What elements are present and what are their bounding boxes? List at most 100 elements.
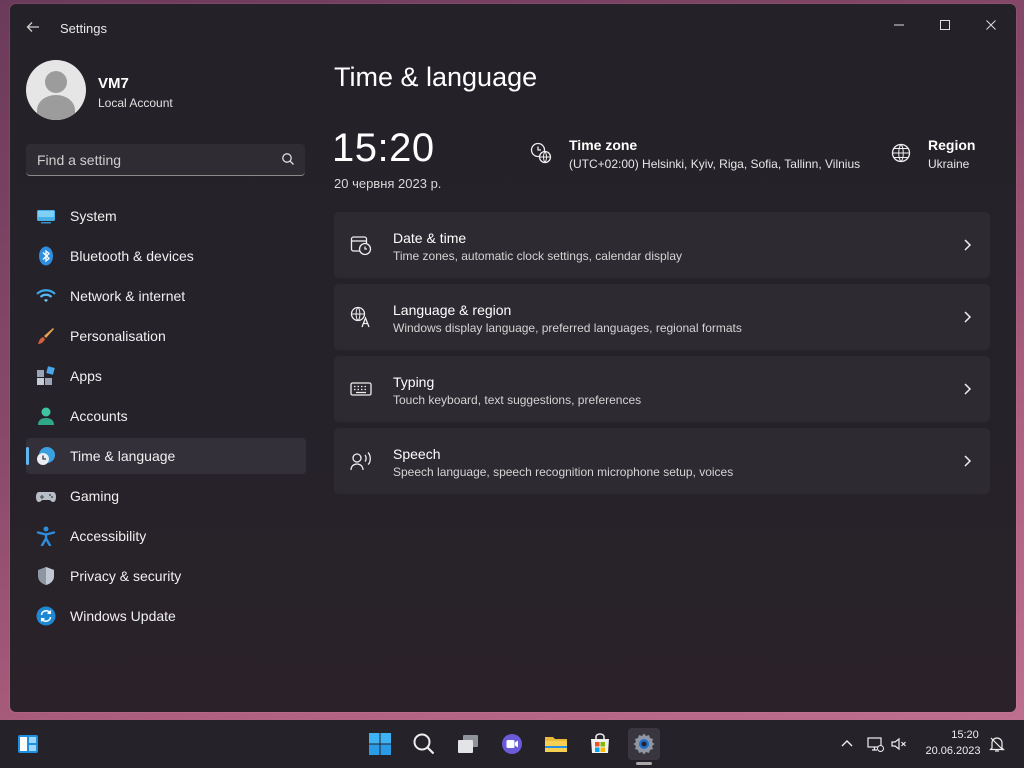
card-title: Typing xyxy=(393,374,435,390)
file-explorer-button[interactable] xyxy=(540,728,572,760)
sidebar-item-system[interactable]: System xyxy=(26,198,306,234)
search-icon xyxy=(282,153,294,165)
sidebar-item-label: System xyxy=(70,208,117,224)
sidebar-item-time-language[interactable]: Time & language xyxy=(26,438,306,474)
start-button[interactable] xyxy=(364,728,396,760)
chevron-right-icon xyxy=(964,383,972,395)
clock-date: 20 червня 2023 р. xyxy=(334,176,442,191)
store-button[interactable] xyxy=(584,728,616,760)
card-subtitle: Touch keyboard, text suggestions, prefer… xyxy=(393,393,642,407)
region-value: Ukraine xyxy=(928,157,970,171)
time-zone-icon xyxy=(530,142,552,164)
sidebar-item-bluetooth[interactable]: Bluetooth & devices xyxy=(26,238,306,274)
file-explorer-icon xyxy=(545,737,567,752)
sidebar-nav: System Bluetooth & devices Network & int… xyxy=(26,198,306,638)
taskbar-clock-time[interactable]: 15:20 xyxy=(940,729,990,741)
sidebar-item-label: Bluetooth & devices xyxy=(70,248,194,264)
sidebar-item-label: Network & internet xyxy=(70,288,186,304)
sidebar-item-accessibility[interactable]: Accessibility xyxy=(26,518,306,554)
sidebar-item-privacy[interactable]: Privacy & security xyxy=(26,558,306,594)
search-icon xyxy=(413,733,435,755)
close-button[interactable] xyxy=(968,10,1014,40)
accessibility-icon xyxy=(36,526,56,546)
speech-icon xyxy=(350,452,371,471)
store-icon xyxy=(591,733,609,753)
sidebar-item-label: Personalisation xyxy=(70,328,166,344)
back-arrow-icon xyxy=(26,22,39,32)
volume-muted-icon[interactable] xyxy=(890,735,908,753)
shield-icon xyxy=(38,567,54,585)
chevron-up-icon[interactable] xyxy=(838,735,856,753)
update-icon xyxy=(36,606,56,626)
notification-icon[interactable] xyxy=(988,735,1006,753)
taskbar: 15:20 20.06.2023 xyxy=(0,720,1024,768)
back-button[interactable] xyxy=(22,16,44,38)
sidebar-item-personalisation[interactable]: Personalisation xyxy=(26,318,306,354)
sidebar-item-network[interactable]: Network & internet xyxy=(26,278,306,314)
active-app-indicator xyxy=(636,762,652,765)
maximize-icon xyxy=(940,20,950,30)
card-subtitle: Windows display language, preferred lang… xyxy=(393,321,742,335)
bluetooth-icon xyxy=(39,246,53,266)
date-time-icon xyxy=(350,236,372,256)
card-speech[interactable]: Speech Speech language, speech recogniti… xyxy=(334,428,990,494)
title-bar: Settings xyxy=(10,4,1016,48)
gamepad-icon xyxy=(36,492,56,502)
app-title: Settings xyxy=(60,21,107,36)
settings-icon xyxy=(633,733,655,755)
profile-name: VM7 xyxy=(98,75,129,92)
start-icon xyxy=(369,733,391,755)
card-subtitle: Time zones, automatic clock settings, ca… xyxy=(393,249,683,263)
system-icon xyxy=(37,210,55,224)
sidebar-item-gaming[interactable]: Gaming xyxy=(26,478,306,514)
region-title: Region xyxy=(928,137,976,153)
sidebar-item-apps[interactable]: Apps xyxy=(26,358,306,394)
task-view-button[interactable] xyxy=(452,728,484,760)
sidebar-item-label: Accessibility xyxy=(70,528,147,544)
search-input[interactable]: Find a setting xyxy=(26,144,305,176)
chat-icon xyxy=(502,734,522,754)
card-title: Language & region xyxy=(393,302,512,318)
widgets-button[interactable] xyxy=(12,728,44,760)
sidebar-item-label: Privacy & security xyxy=(70,568,182,584)
page-title: Time & language xyxy=(334,62,538,92)
widgets-icon xyxy=(18,735,38,753)
sidebar-item-label: Accounts xyxy=(70,408,128,424)
sidebar-item-label: Time & language xyxy=(70,448,176,464)
maximize-button[interactable] xyxy=(922,10,968,40)
sidebar-item-windows-update[interactable]: Windows Update xyxy=(26,598,306,634)
card-date-time[interactable]: Date & time Time zones, automatic clock … xyxy=(334,212,990,278)
settings-window: Settings VM7 Local Account Find a settin… xyxy=(10,4,1016,712)
sidebar-item-label: Windows Update xyxy=(70,608,176,624)
language-icon xyxy=(350,306,370,328)
card-title: Date & time xyxy=(393,230,467,246)
sidebar-item-label: Gaming xyxy=(70,488,120,504)
time-zone-value: (UTC+02:00) Helsinki, Kyiv, Riga, Sofia,… xyxy=(569,157,861,171)
card-title: Speech xyxy=(393,446,441,462)
profile-account-type: Local Account xyxy=(98,96,173,110)
network-icon[interactable] xyxy=(866,735,884,753)
clock-time: 15:20 xyxy=(332,126,435,170)
accounts-icon xyxy=(38,407,54,425)
chevron-right-icon xyxy=(964,311,972,323)
card-language-region[interactable]: Language & region Windows display langua… xyxy=(334,284,990,350)
brush-icon xyxy=(38,328,54,344)
time-zone-title: Time zone xyxy=(569,137,638,153)
task-view-icon xyxy=(458,735,478,753)
chat-button[interactable] xyxy=(496,728,528,760)
taskbar-search-button[interactable] xyxy=(408,728,440,760)
sidebar-item-accounts[interactable]: Accounts xyxy=(26,398,306,434)
chevron-right-icon xyxy=(964,239,972,251)
sidebar-item-label: Apps xyxy=(70,368,102,384)
minimize-icon xyxy=(894,24,904,26)
user-profile[interactable]: VM7 Local Account xyxy=(26,60,306,120)
card-typing[interactable]: Typing Touch keyboard, text suggestions,… xyxy=(334,356,990,422)
search-placeholder: Find a setting xyxy=(37,152,122,168)
avatar xyxy=(26,60,86,120)
globe-icon xyxy=(891,143,911,163)
keyboard-icon xyxy=(350,382,372,396)
close-icon xyxy=(986,20,996,30)
taskbar-clock-date[interactable]: 20.06.2023 xyxy=(920,745,986,757)
settings-taskbar-button[interactable] xyxy=(628,728,660,760)
minimize-button[interactable] xyxy=(876,10,922,40)
